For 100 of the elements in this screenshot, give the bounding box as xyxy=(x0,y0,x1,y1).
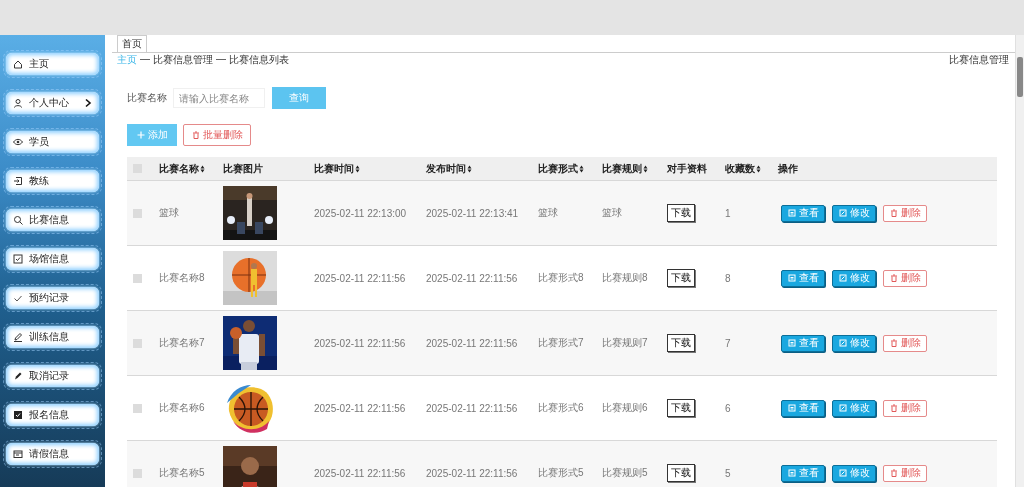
row-checkbox[interactable] xyxy=(133,208,142,218)
download-button[interactable]: 下载 xyxy=(667,399,695,417)
scrollbar[interactable] xyxy=(1015,35,1024,487)
search-field[interactable]: 请输入比赛名称 xyxy=(173,88,265,108)
row-checkbox[interactable] xyxy=(133,273,142,283)
delete-button[interactable]: 删除 xyxy=(883,464,927,482)
table-cell: 比赛名称5 xyxy=(159,467,205,478)
breadcrumb-separator: — xyxy=(216,53,226,66)
table-cell: 2025-02-11 22:11:56 xyxy=(426,402,518,414)
sidebar-item[interactable]: 训练信息 xyxy=(6,326,99,348)
sidebar-item[interactable]: 教练 xyxy=(6,170,99,192)
table-cell: 比赛规则7 xyxy=(602,337,648,348)
eye-icon xyxy=(13,137,23,147)
trash-icon xyxy=(889,469,898,477)
table-cell: 2025-02-11 22:11:56 xyxy=(426,467,518,479)
breadcrumb-item: 比赛信息管理 xyxy=(153,53,213,67)
table-cell: 比赛规则6 xyxy=(602,402,648,413)
edit-icon xyxy=(838,209,847,217)
sidebar-item[interactable]: 主页 xyxy=(6,53,99,75)
document-icon xyxy=(787,274,796,282)
table-cell: 2025-02-11 22:11:56 xyxy=(314,467,406,479)
breadcrumb-separator: — xyxy=(140,53,150,66)
delete-button[interactable]: 删除 xyxy=(883,269,927,287)
row-checkbox[interactable] xyxy=(133,338,142,348)
edit-icon xyxy=(838,469,847,477)
edit-icon xyxy=(838,404,847,412)
table-cell: 篮球 xyxy=(602,207,622,218)
table-cell: 比赛名称7 xyxy=(159,337,205,348)
table-cell: 比赛形式8 xyxy=(538,272,584,283)
download-button[interactable]: 下载 xyxy=(667,204,695,222)
sidebar-item[interactable]: 比赛信息 xyxy=(6,209,99,231)
trash-icon xyxy=(191,131,200,139)
table-cell: 7 xyxy=(725,337,731,349)
row-checkbox[interactable] xyxy=(133,468,142,478)
plus-icon xyxy=(136,131,145,139)
pencil-icon xyxy=(13,332,23,342)
table-cell: 比赛形式7 xyxy=(538,337,584,348)
search-icon xyxy=(13,215,23,225)
sidebar-item[interactable]: 取消记录 xyxy=(6,365,99,387)
document-icon xyxy=(787,339,796,347)
edit-icon xyxy=(838,339,847,347)
document-icon xyxy=(787,469,796,477)
sidebar-item[interactable]: 报名信息 xyxy=(6,404,99,426)
table-cell: 2025-02-11 22:11:56 xyxy=(314,272,406,284)
delete-button[interactable]: 删除 xyxy=(883,204,927,222)
pen-icon xyxy=(13,371,23,381)
user-icon xyxy=(13,98,23,108)
table-cell: 2025-02-11 22:11:56 xyxy=(314,402,406,414)
table-cell: 2025-02-11 22:13:00 xyxy=(314,207,407,219)
edit-icon xyxy=(838,274,847,282)
table-cell: 篮球 xyxy=(538,207,558,218)
batch-delete-button[interactable]: 批量删除 xyxy=(183,124,251,146)
column-header[interactable]: 比赛形式 xyxy=(538,161,578,176)
download-button[interactable]: 下载 xyxy=(667,464,695,482)
table-cell: 篮球 xyxy=(159,207,179,218)
page-title: 比赛信息管理 xyxy=(949,53,1009,67)
trash-icon xyxy=(889,339,898,347)
document-icon xyxy=(787,404,796,412)
document-icon xyxy=(787,209,796,217)
download-button[interactable]: 下载 xyxy=(667,334,695,352)
home-icon xyxy=(13,59,23,69)
table-cell: 2025-02-11 22:13:41 xyxy=(426,207,519,219)
download-button[interactable]: 下载 xyxy=(667,269,695,287)
check-icon xyxy=(13,293,23,303)
table-cell: 1 xyxy=(725,207,731,219)
trash-icon xyxy=(889,274,898,282)
delete-button[interactable]: 删除 xyxy=(883,334,927,352)
table-cell: 2025-02-11 22:11:56 xyxy=(426,337,518,349)
table-cell: 比赛形式5 xyxy=(538,467,584,478)
column-header[interactable]: 比赛名称 xyxy=(159,161,199,176)
table-cell: 2025-02-11 22:11:56 xyxy=(314,337,406,349)
column-header[interactable]: 比赛时间 xyxy=(314,161,354,176)
table-cell: 比赛名称8 xyxy=(159,272,205,283)
sidebar-item[interactable]: 个人中心 xyxy=(6,92,99,114)
delete-button[interactable]: 删除 xyxy=(883,399,927,417)
table-cell: 比赛规则8 xyxy=(602,272,648,283)
table-cell: 2025-02-11 22:11:56 xyxy=(426,272,518,284)
sidebar-item[interactable]: 请假信息 xyxy=(6,443,99,465)
column-header: 比赛图片 xyxy=(223,161,263,176)
column-header[interactable]: 收藏数 xyxy=(725,161,755,176)
sign-in-icon xyxy=(13,176,23,186)
column-header: 操作 xyxy=(778,161,798,176)
row-checkbox[interactable] xyxy=(133,403,142,413)
table-cell: 6 xyxy=(725,402,731,414)
checkbox-icon xyxy=(13,254,23,264)
column-header[interactable]: 发布时间 xyxy=(426,161,466,176)
sidebar-item[interactable]: 预约记录 xyxy=(6,287,99,309)
table-cell: 比赛形式6 xyxy=(538,402,584,413)
table-cell: 比赛名称6 xyxy=(159,402,205,413)
sidebar-item[interactable]: 场馆信息 xyxy=(6,248,99,270)
breadcrumb-item: 比赛信息列表 xyxy=(229,53,289,67)
column-header: 对手资料 xyxy=(667,161,707,176)
search-label: 比赛名称 xyxy=(127,91,167,105)
trash-icon xyxy=(889,404,898,412)
table-cell: 8 xyxy=(725,272,731,284)
column-header[interactable]: 比赛规则 xyxy=(602,161,642,176)
tab[interactable]: 首页 xyxy=(117,35,147,52)
checkbox-icon xyxy=(13,410,23,420)
sidebar-item[interactable]: 学员 xyxy=(6,131,99,153)
trash-icon xyxy=(889,209,898,217)
